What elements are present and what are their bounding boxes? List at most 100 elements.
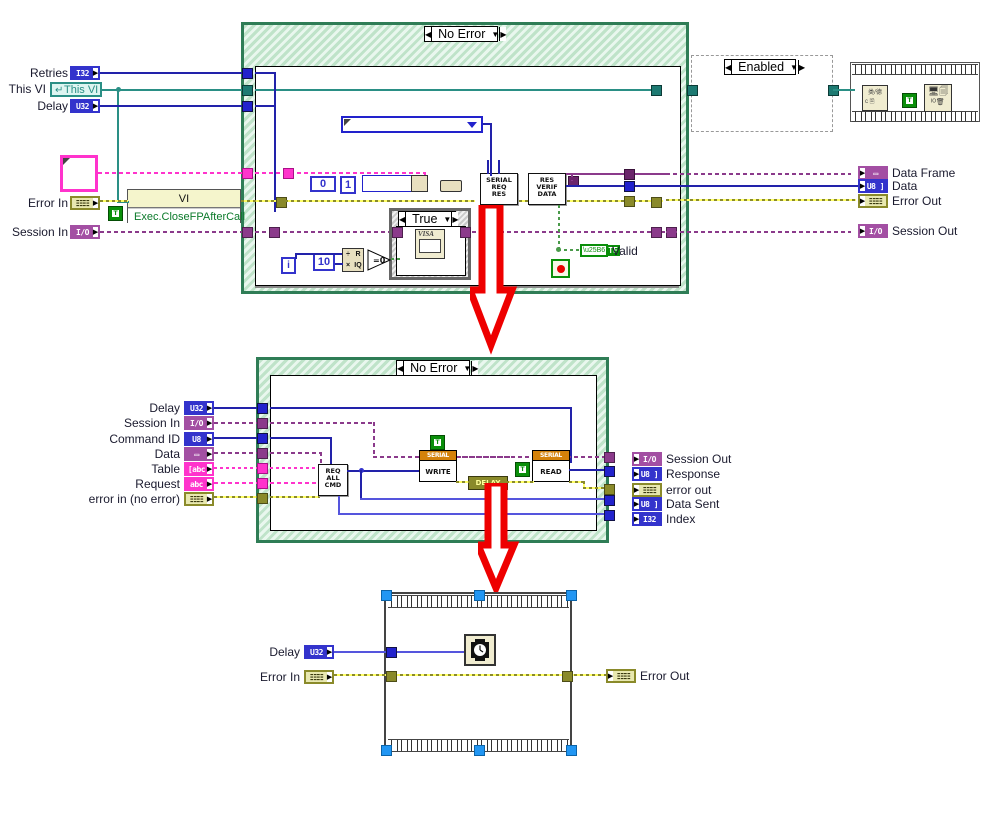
property-node-row[interactable]: Exec.CloseFPAfterCall [128, 208, 245, 224]
tunnel-bottom-err-in[interactable] [386, 671, 397, 682]
inner-selector-prev-arrow[interactable]: ◀ [399, 212, 407, 226]
selector-prev-arrow[interactable]: ◀ [425, 27, 433, 41]
selector-next-arrow[interactable]: ▶ [499, 27, 507, 41]
wait-ms-timer-icon[interactable] [464, 634, 496, 666]
tunnel-mid-errin[interactable] [257, 493, 268, 504]
terminal-index[interactable]: ▶ I32 [632, 512, 662, 526]
string-constant-box[interactable] [60, 155, 98, 192]
tunnel-bottom-err-out[interactable] [562, 671, 573, 682]
tunnel-datasent[interactable] [604, 495, 615, 506]
tunnel-disable-in[interactable] [687, 85, 698, 96]
selection-handle-tr[interactable] [566, 590, 577, 601]
terminal-error-out-mid[interactable]: ▶ ☷☷ [632, 483, 662, 497]
node-req-all-cmd[interactable]: REQ ALL CMD [318, 464, 348, 496]
terminal-delay-mid[interactable]: U32 ▶ [184, 401, 214, 415]
tunnel-response[interactable] [604, 466, 615, 477]
stop-button[interactable] [551, 259, 570, 278]
terminal-retries[interactable]: I32 ▶ [70, 66, 100, 80]
const-ten[interactable]: 10 [313, 253, 335, 271]
selection-handle-br[interactable] [566, 745, 577, 756]
terminal-data-sent[interactable]: ▶ U8 ] [632, 497, 662, 511]
terminal-request[interactable]: abc ▶ [184, 477, 214, 491]
tunnel-index[interactable] [604, 510, 615, 521]
selector-dropdown-icon[interactable]: ▼ [491, 27, 499, 41]
tunnel-session-in-top[interactable] [242, 227, 253, 238]
loop-index-terminal[interactable]: i [281, 257, 296, 274]
tunnel-visa-in[interactable] [392, 227, 403, 238]
tunnel-session-mid[interactable] [269, 227, 280, 238]
tunnel-mid-cmdid[interactable] [257, 433, 268, 444]
ring-control[interactable] [341, 116, 483, 133]
node-serial-req-res[interactable]: SERIAL REQ RES [480, 173, 518, 205]
const-one[interactable]: 1 [340, 176, 356, 194]
property-node-vi[interactable]: VI Exec.CloseFPAfterCall [127, 189, 245, 224]
terminal-session-in-top[interactable]: I/O ▶ [70, 225, 100, 239]
node-delay-subvi[interactable]: DELAY [468, 476, 508, 490]
tunnel-delay-top[interactable] [242, 101, 253, 112]
tunnel-mid-table[interactable] [257, 463, 268, 474]
terminal-error-in-mid[interactable]: ☷☷ ▶ [184, 492, 214, 506]
selection-handle-bl[interactable] [381, 745, 392, 756]
tunnel-mid-err-out[interactable] [604, 484, 615, 495]
disable-prev-arrow[interactable]: ◀ [725, 60, 733, 74]
vi-icon-file[interactable]: 类/德 c 🗎 [862, 85, 888, 111]
tunnel-error-right[interactable] [624, 196, 635, 207]
tunnel-mid-request[interactable] [257, 478, 268, 489]
disable-next-arrow[interactable]: ▶ [797, 60, 806, 74]
terminal-session-out-mid[interactable]: ▶ I/O [632, 452, 662, 466]
terminal-data-mid[interactable]: ▭ ▶ [184, 447, 214, 461]
selection-handle-bm[interactable] [474, 745, 485, 756]
tunnel-retries[interactable] [242, 68, 253, 79]
concat-node[interactable] [411, 175, 428, 192]
shift-register-box[interactable] [362, 175, 414, 192]
node-serial-write[interactable]: SERIAL WRITE [419, 450, 457, 482]
terminal-table[interactable]: [abc ▶ [184, 462, 214, 476]
tunnel-mid-session-out[interactable] [604, 452, 615, 463]
disable-structure-selector[interactable]: ◀ Enabled ▼ ▶ [724, 59, 806, 75]
middle-case-selector[interactable]: ◀ No Error ▼ ▶ [396, 360, 479, 376]
terminal-data[interactable]: ▶ U8 ] [858, 179, 888, 193]
node-res-verif-data[interactable]: RES VERIF DATA [528, 173, 566, 205]
terminal-error-out-bottom[interactable]: ▶ ☷☷ [606, 669, 636, 683]
tunnel-this-vi-out[interactable] [651, 85, 662, 96]
tunnel-bottom-delay[interactable] [386, 647, 397, 658]
terminal-error-in-top[interactable]: ☷☷ ▶ [70, 196, 100, 210]
inner-case-selector[interactable]: ◀ True ▼ ▶ [398, 211, 459, 227]
disable-dropdown-icon[interactable]: ▼ [790, 60, 798, 74]
terminal-error-in-bottom[interactable]: ☷☷ ▶ [304, 670, 334, 684]
terminal-session-out-top[interactable]: ▶ I/O [858, 224, 888, 238]
tunnel-data-out[interactable] [624, 181, 635, 192]
selection-handle-tm[interactable] [474, 590, 485, 601]
terminal-response[interactable]: ▶ U8 ] [632, 467, 662, 481]
inner-selector-next-arrow[interactable]: ▶ [451, 212, 459, 226]
tunnel-session-out-top[interactable] [651, 227, 662, 238]
terminal-session-in-mid[interactable]: I/O ▶ [184, 416, 214, 430]
vi-icon-dialog[interactable]: 🖥🗐 ᴵᴼ🗑 [924, 84, 952, 112]
visa-node-icon[interactable]: VISA [415, 229, 445, 259]
mid-selector-next-arrow[interactable]: ▶ [471, 361, 479, 375]
terminal-data-frame[interactable]: ▶ ▭ [858, 166, 888, 180]
top-case-selector[interactable]: ◀ No Error ▼ ▶ [424, 26, 507, 42]
tunnel-mid-session[interactable] [257, 418, 268, 429]
const-zero[interactable]: 0 [310, 176, 336, 192]
inner-selector-dropdown-icon[interactable]: ▼ [443, 212, 451, 226]
indicator-valid[interactable]: \u25B6 TF [580, 244, 620, 257]
tunnel-string-2[interactable] [283, 168, 294, 179]
tunnel-visa-out[interactable] [460, 227, 471, 238]
bottom-sequence-structure[interactable] [384, 592, 572, 752]
mid-selector-dropdown-icon[interactable]: ▼ [463, 361, 471, 375]
cluster-node[interactable] [440, 180, 462, 192]
tunnel-mid-data[interactable] [257, 448, 268, 459]
tunnel-mid-delay[interactable] [257, 403, 268, 414]
quotient-remainder-node[interactable]: ÷ R × IQ [342, 248, 364, 272]
tunnel-string-const[interactable] [242, 168, 253, 179]
mid-selector-prev-arrow[interactable]: ◀ [397, 361, 405, 375]
terminal-delay-top[interactable]: U32 ▶ [70, 99, 100, 113]
tunnel-error-in-top[interactable] [276, 197, 287, 208]
tunnel-this-vi[interactable] [242, 85, 253, 96]
terminal-delay-bottom[interactable]: U32 ▶ [304, 645, 334, 659]
selection-handle-tl[interactable] [381, 590, 392, 601]
terminal-command-id[interactable]: U8 ▶ [184, 432, 214, 446]
ring-dropdown-icon[interactable] [467, 121, 477, 128]
terminal-error-out-top[interactable]: ▶ ☷☷ [858, 194, 888, 208]
